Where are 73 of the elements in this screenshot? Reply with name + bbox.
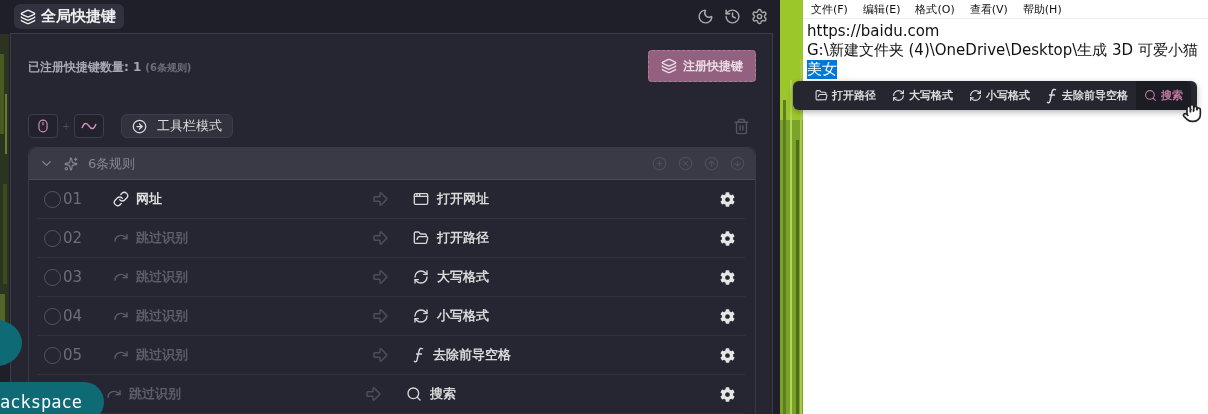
refresh-icon [413,269,429,285]
register-shortcut-button[interactable]: 注册快捷键 [648,50,756,82]
moon-icon[interactable] [697,8,714,25]
arrow-right-icon [371,307,389,325]
rule-number: 03 [63,268,84,286]
wave-icon [81,121,98,131]
rule-number: 05 [63,346,84,364]
settings-icon[interactable] [720,191,735,207]
rule-action: 小写格式 [437,307,489,325]
settings-icon[interactable] [720,308,735,324]
sparkles-icon [64,156,78,171]
toolbar-action[interactable]: 去除前导空格 [1038,81,1136,110]
toolbar-action[interactable]: 搜索 [1136,81,1191,110]
refresh-icon [969,89,982,102]
rule-action: 去除前导空格 [433,346,511,364]
rule-action: 大写格式 [437,268,489,286]
text-line: G:\新建文件夹 (4)\OneDrive\Desktop\生成 3D 可爱小猫 [807,41,1198,60]
rule-source: 网址 [136,190,162,208]
key-bubble: ackspace [0,382,104,414]
group-title: 6条规则 [88,154,136,173]
menu-item[interactable]: 文件(F) [811,1,848,17]
rule-source: 跳过识别 [136,307,188,325]
search-icon [406,386,422,402]
settings-icon[interactable] [720,386,735,402]
menu-item[interactable]: 帮助(H) [1022,1,1062,17]
mouse-key[interactable] [28,114,58,138]
rule-source: 跳过识别 [129,385,181,403]
arrow-right-icon [364,385,382,403]
text-line: https://baidu.com [807,22,940,41]
refresh-icon [892,89,905,102]
toolbar-action[interactable]: 大写格式 [884,81,961,110]
settings-icon[interactable] [720,230,735,246]
rule-source: 跳过识别 [136,346,188,364]
folder-icon [413,230,429,246]
menu-item[interactable]: 编辑(E) [862,1,901,17]
rule-source: 跳过识别 [136,268,188,286]
menu-item[interactable]: 查看(V) [969,1,1008,17]
plus-sign: + [62,120,71,132]
function-icon [1046,87,1058,104]
function-icon [413,347,425,363]
toolbar-action[interactable]: 小写格式 [961,81,1038,110]
refresh-icon [413,308,429,324]
rule-number: 01 [63,190,84,208]
settings-icon[interactable] [751,8,768,25]
menu-item[interactable]: 格式(O) [915,1,955,17]
arrow-right-icon [371,229,389,247]
history-icon[interactable] [724,8,741,25]
rule-number: 04 [63,307,84,325]
trash-icon[interactable] [733,117,750,135]
rule-number: 02 [63,229,84,247]
settings-icon[interactable] [720,269,735,285]
layers-icon [661,58,677,74]
search-icon [1144,89,1157,102]
arrow-right-icon [371,190,389,208]
mouse-icon [36,119,50,133]
rule-action: 打开网址 [437,190,489,208]
folder-icon [815,89,828,102]
rule-source: 跳过识别 [136,229,188,247]
link-icon [113,191,129,207]
arrow-circle-icon [132,118,148,134]
settings-icon[interactable] [720,347,735,363]
layers-icon [20,8,36,25]
rule-action: 搜索 [430,385,456,403]
window-title: 全局快捷键 [14,4,124,29]
rule-action: 打开路径 [437,229,489,247]
hand-cursor-icon [1182,103,1202,123]
gesture-key[interactable] [74,114,105,138]
arrow-right-icon [371,268,389,286]
toolbar-mode-button[interactable]: 工具栏模式 [121,114,234,138]
registered-count: 已注册快捷键数量: 1 (6条规则) [28,59,192,76]
toolbar-action[interactable]: 打开路径 [807,81,884,110]
arrow-right-icon [371,346,389,364]
window-icon [413,191,429,207]
